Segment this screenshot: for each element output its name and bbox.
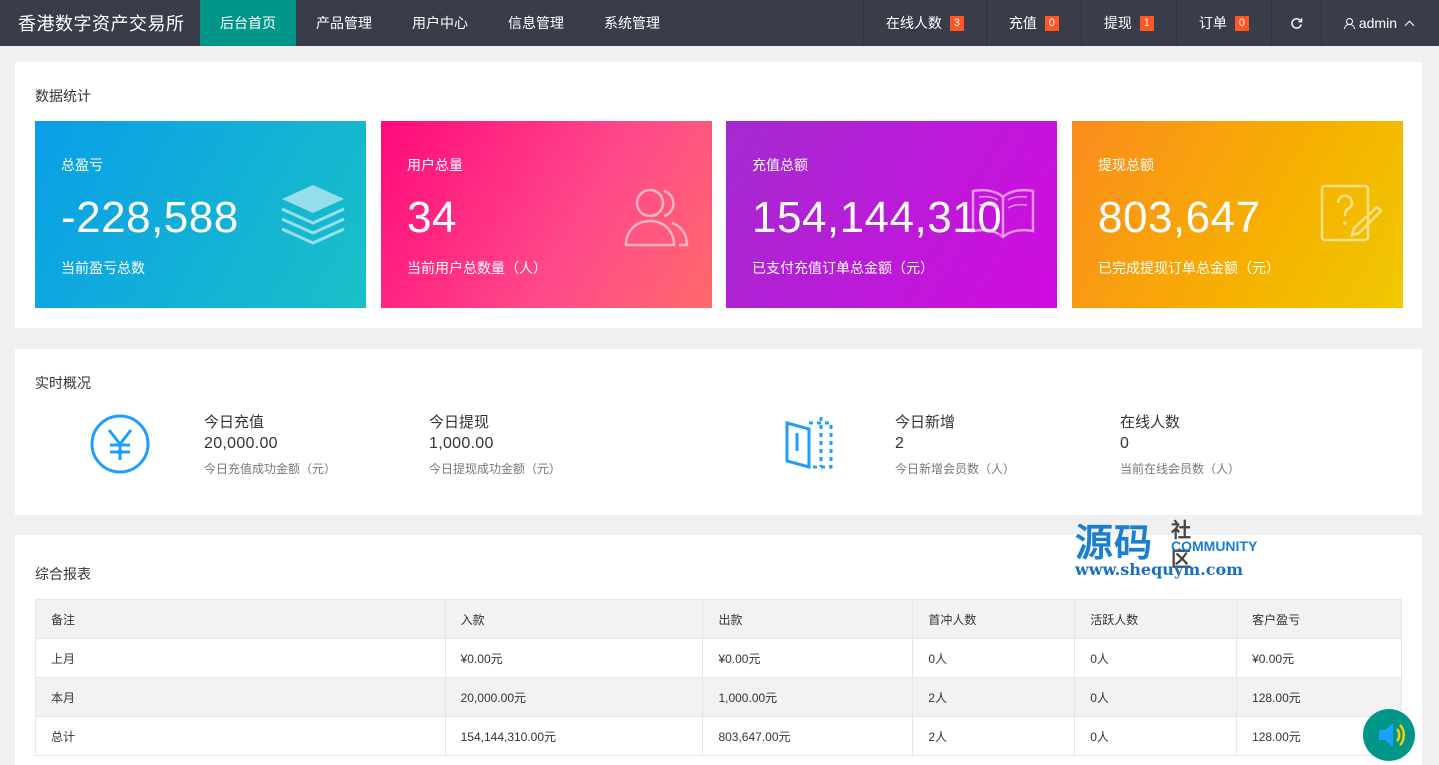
recharge-link[interactable]: 充值 0 xyxy=(985,0,1081,46)
recharge-label: 充值 xyxy=(1008,15,1037,31)
table-cell: ¥0.00元 xyxy=(1236,638,1402,678)
table-cell: 0人 xyxy=(912,638,1076,678)
report-table: 备注 入款 出款 首冲人数 活跃人数 客户盈亏 上月 ¥0.00元 ¥0.00元… xyxy=(35,599,1402,756)
stat-label: 用户总量 xyxy=(407,157,463,173)
today-withdraw-label: 今日提现 xyxy=(429,414,490,431)
stat-label: 充值总额 xyxy=(752,157,808,173)
table-cell: 0人 xyxy=(1074,677,1238,717)
nav-info[interactable]: 信息管理 xyxy=(488,0,584,46)
stat-value: 154,144,310 xyxy=(752,193,1003,242)
column-header: 首冲人数 xyxy=(912,599,1076,639)
table-cell: 2人 xyxy=(912,716,1076,756)
stat-desc: 已完成提现订单总金额（元） xyxy=(1098,260,1280,276)
realtime-title: 实时概况 xyxy=(35,375,91,391)
today-new-label: 今日新增 xyxy=(895,414,956,431)
stat-card-withdraw[interactable]: 提现总额 803,647 已完成提现订单总金额（元） xyxy=(1072,121,1403,308)
withdraw-badge: 1 xyxy=(1139,15,1154,31)
withdraw-label: 提现 xyxy=(1103,15,1132,31)
top-right-menu: 在线人数 3 充值 0 提现 1 订单 0 admin xyxy=(862,0,1439,46)
realtime-card: 实时概况 今日充值 20,000.00 今日充值成功金额（元） 今日提现 1,0… xyxy=(15,349,1422,515)
username: admin xyxy=(1358,15,1397,31)
orders-badge: 0 xyxy=(1234,15,1249,31)
stat-desc: 已支付充值订单总金额（元） xyxy=(752,260,934,276)
watermark-url: www.shequym.com xyxy=(1075,560,1244,579)
table-cell: 上月 xyxy=(35,638,446,678)
user-menu[interactable]: admin xyxy=(1320,0,1439,46)
app-brand[interactable]: 香港数字资产交易所 xyxy=(0,0,200,46)
floating-audio-button[interactable] xyxy=(1363,709,1415,761)
table-cell: 本月 xyxy=(35,677,446,717)
column-header: 客户盈亏 xyxy=(1236,599,1402,639)
today-recharge-label: 今日充值 xyxy=(204,414,265,431)
today-new-value: 2 xyxy=(895,435,905,452)
stats-card: 数据统计 总盈亏 -228,588 当前盈亏总数 用户总量 34 当前用户总数量… xyxy=(15,62,1422,328)
column-header: 活跃人数 xyxy=(1074,599,1238,639)
help-icon xyxy=(1320,184,1383,242)
table-cell: 1,000.00元 xyxy=(702,677,914,717)
table-header-row: 备注 入款 出款 首冲人数 活跃人数 客户盈亏 xyxy=(35,599,1402,639)
stat-desc: 当前盈亏总数 xyxy=(61,260,145,276)
table-cell: ¥0.00元 xyxy=(444,638,704,678)
layers-icon xyxy=(281,185,345,245)
withdraw-link[interactable]: 提现 1 xyxy=(1080,0,1176,46)
stat-desc: 当前用户总数量（人） xyxy=(407,260,547,276)
nav-system[interactable]: 系统管理 xyxy=(584,0,680,46)
nav-products[interactable]: 产品管理 xyxy=(296,0,392,46)
table-row: 上月 ¥0.00元 ¥0.00元 0人 0人 ¥0.00元 xyxy=(35,638,1402,678)
stats-title: 数据统计 xyxy=(35,88,91,104)
watermark-logo: 源码 社区 COMMUNITY www.shequym.com xyxy=(1075,512,1257,579)
online-count-label: 在线人数 xyxy=(1120,414,1181,431)
online-users-label: 在线人数 xyxy=(885,15,942,31)
table-cell: 0人 xyxy=(1074,638,1238,678)
today-recharge-desc: 今日充值成功金额（元） xyxy=(204,462,337,476)
stat-card-profit[interactable]: 总盈亏 -228,588 当前盈亏总数 xyxy=(35,121,366,308)
today-new-desc: 今日新增会员数（人） xyxy=(895,462,1016,476)
book-icon xyxy=(971,188,1035,239)
column-header: 备注 xyxy=(35,599,446,639)
speaker-icon xyxy=(1379,723,1405,747)
watermark-main: 源码 xyxy=(1075,520,1154,565)
stat-label: 总盈亏 xyxy=(61,157,103,173)
report-title: 综合报表 xyxy=(35,566,91,582)
online-users-badge: 3 xyxy=(949,15,964,31)
chevron-up-icon xyxy=(1404,20,1415,30)
nav-home[interactable]: 后台首页 xyxy=(200,0,296,46)
table-cell: 总计 xyxy=(35,716,446,756)
table-cell: 2人 xyxy=(912,677,1076,717)
door-icon xyxy=(785,417,833,469)
today-withdraw-value: 1,000.00 xyxy=(429,435,494,452)
stat-value: 803,647 xyxy=(1098,193,1261,242)
users-icon xyxy=(624,188,689,247)
refresh-icon xyxy=(1291,17,1303,29)
nav-users[interactable]: 用户中心 xyxy=(392,0,488,46)
stat-card-recharge[interactable]: 充值总额 154,144,310 已支付充值订单总金额（元） xyxy=(726,121,1057,308)
online-count-value: 0 xyxy=(1120,435,1130,452)
recharge-badge: 0 xyxy=(1044,15,1059,31)
orders-label: 订单 xyxy=(1198,15,1227,31)
stat-value: -228,588 xyxy=(61,193,239,242)
yen-icon xyxy=(90,414,150,474)
stat-value: 34 xyxy=(407,193,457,242)
top-nav-bar: 香港数字资产交易所 后台首页 产品管理 用户中心 信息管理 系统管理 在线人数 … xyxy=(0,0,1439,46)
column-header: 出款 xyxy=(702,599,914,639)
table-cell: ¥0.00元 xyxy=(702,638,914,678)
online-count-desc: 当前在线会员数（人） xyxy=(1120,462,1241,476)
stat-card-users[interactable]: 用户总量 34 当前用户总数量（人） xyxy=(381,121,712,308)
today-recharge-value: 20,000.00 xyxy=(204,435,278,452)
table-row: 本月 20,000.00元 1,000.00元 2人 0人 128.00元 xyxy=(35,677,1402,717)
column-header: 入款 xyxy=(444,599,704,639)
table-cell: 20,000.00元 xyxy=(444,677,704,717)
main-nav: 后台首页 产品管理 用户中心 信息管理 系统管理 xyxy=(200,0,680,46)
online-users-link[interactable]: 在线人数 3 xyxy=(862,0,986,46)
table-cell: 803,647.00元 xyxy=(702,716,914,756)
watermark-community: COMMUNITY xyxy=(1171,538,1258,554)
stat-label: 提现总额 xyxy=(1098,157,1154,173)
orders-link[interactable]: 订单 0 xyxy=(1175,0,1271,46)
table-row: 总计 154,144,310.00元 803,647.00元 2人 0人 128… xyxy=(35,716,1402,756)
user-icon xyxy=(1343,18,1355,29)
table-cell: 154,144,310.00元 xyxy=(444,716,704,756)
refresh-button[interactable] xyxy=(1270,0,1321,46)
table-cell: 0人 xyxy=(1074,716,1238,756)
today-withdraw-desc: 今日提现成功金额（元） xyxy=(429,462,562,476)
